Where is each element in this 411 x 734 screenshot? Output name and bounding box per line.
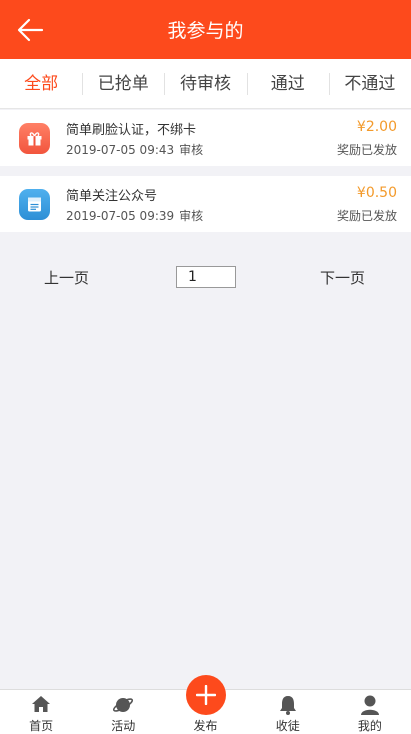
document-icon <box>19 189 50 220</box>
tabbar-label: 我的 <box>357 719 382 733</box>
gift-icon <box>19 123 50 154</box>
tabbar-label: 发布 <box>193 719 218 733</box>
task-datetime: 2019-07-05 09:43 <box>66 143 175 157</box>
app-header: 我参与的 <box>0 0 411 59</box>
page-number-input[interactable] <box>176 266 236 288</box>
filter-tabs: 全部 已抢单 待审核 通过 不通过 <box>0 59 411 109</box>
task-list-item[interactable]: 简单关注公众号 2019-07-05 09:39 审核 ¥0.50 奖励已发放 <box>0 176 411 232</box>
pagination: 上一页 下一页 <box>0 262 411 292</box>
task-meta: 2019-07-05 09:43 审核 <box>66 141 203 158</box>
task-reward: ¥0.50 <box>356 185 397 201</box>
task-title: 简单关注公众号 <box>66 189 158 204</box>
plus-icon <box>185 675 226 715</box>
task-reward: ¥2.00 <box>356 119 397 135</box>
task-title: 简单刷脸认证，不绑卡 <box>66 123 197 138</box>
tab-all[interactable]: 全部 <box>0 59 82 109</box>
page-title: 我参与的 <box>167 20 244 42</box>
award-status: 奖励已发放 <box>336 143 397 157</box>
tabbar-item-home[interactable]: 首页 <box>0 690 82 734</box>
tab-rejected[interactable]: 不通过 <box>328 59 411 109</box>
task-list-item[interactable]: 简单刷脸认证，不绑卡 2019-07-05 09:43 审核 ¥2.00 奖励已发… <box>0 110 411 166</box>
tabbar-item-activity[interactable]: 活动 <box>82 690 164 734</box>
award-status: 奖励已发放 <box>336 209 397 223</box>
next-page-button[interactable]: 下一页 <box>320 267 365 288</box>
prev-page-button[interactable]: 上一页 <box>44 267 89 288</box>
tabbar-label: 收徒 <box>275 719 300 733</box>
tabbar-label: 首页 <box>29 719 54 733</box>
tabbar-item-apprentice[interactable]: 收徒 <box>247 690 329 734</box>
task-datetime: 2019-07-05 09:39 <box>66 209 175 223</box>
tabbar-item-mine[interactable]: 我的 <box>329 690 411 734</box>
task-list: 简单刷脸认证，不绑卡 2019-07-05 09:43 审核 ¥2.00 奖励已发… <box>0 110 411 242</box>
task-meta: 2019-07-05 09:39 审核 <box>66 207 203 224</box>
tab-grabbed[interactable]: 已抢单 <box>82 59 164 109</box>
bottom-tab-bar: 首页 活动 发布 收徒 我的 <box>0 675 411 734</box>
task-status: 审核 <box>179 143 204 157</box>
task-status: 审核 <box>179 209 204 223</box>
tabbar-item-publish[interactable]: 发布 <box>164 675 246 734</box>
tab-pending-review[interactable]: 待审核 <box>164 59 246 109</box>
tab-approved[interactable]: 通过 <box>246 59 329 109</box>
tabbar-label: 活动 <box>111 719 136 733</box>
